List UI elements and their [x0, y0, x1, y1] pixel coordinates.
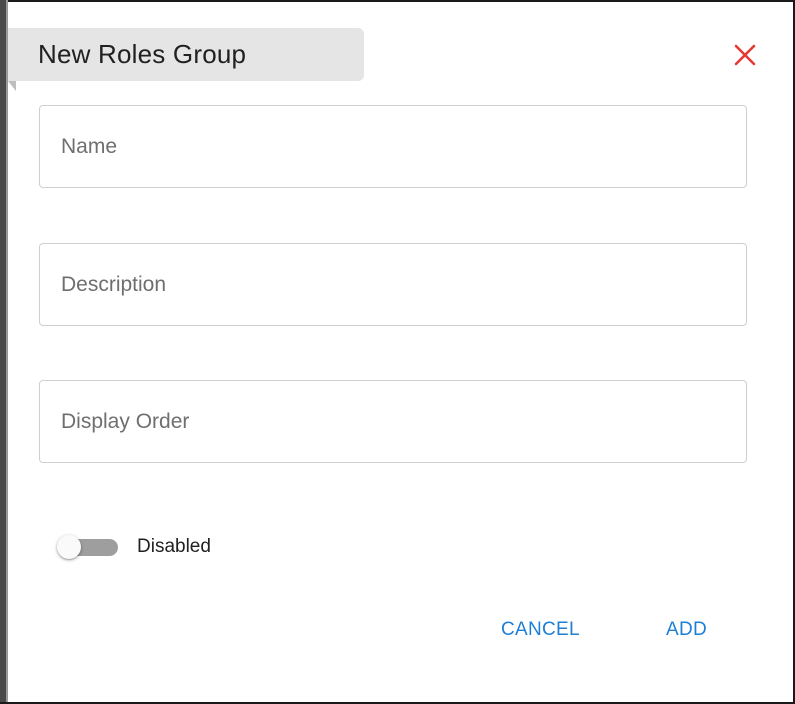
cancel-button[interactable]: CANCEL: [493, 612, 588, 648]
window-border-left: [0, 0, 8, 704]
description-field: [39, 243, 747, 326]
dialog-title: New Roles Group: [38, 39, 247, 69]
name-input[interactable]: [40, 106, 746, 187]
dialog-window: New Roles Group Disabled CANCEL ADD: [0, 0, 795, 704]
close-icon: [734, 44, 756, 66]
add-button[interactable]: ADD: [658, 612, 715, 648]
description-input[interactable]: [40, 244, 746, 325]
window-border-top: [0, 0, 795, 2]
status-toggle-row: Disabled: [57, 532, 211, 562]
title-tab-corner: [8, 81, 16, 91]
close-button[interactable]: [728, 38, 762, 72]
display-order-input[interactable]: [40, 381, 746, 462]
disabled-toggle[interactable]: [57, 532, 118, 562]
display-order-field: [39, 380, 747, 463]
toggle-label: Disabled: [137, 536, 211, 557]
toggle-thumb[interactable]: [57, 535, 81, 559]
name-field: [39, 105, 747, 188]
dialog-title-tab: New Roles Group: [8, 28, 364, 81]
